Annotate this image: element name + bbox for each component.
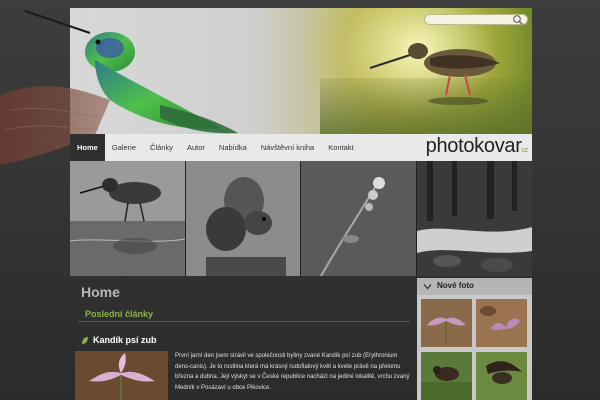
new-photo-thumb[interactable] [476, 352, 527, 400]
nav-item-nabidka[interactable]: Nabídka [212, 134, 254, 161]
header-banner [70, 8, 532, 134]
article-excerpt: První jarní den jsem strávil ve společno… [175, 353, 410, 391]
gallery-image-squirrel[interactable] [186, 161, 300, 276]
new-photo-header[interactable]: Nové foto [417, 278, 532, 295]
nav-item-home[interactable]: Home [70, 134, 105, 161]
nav-item-navstevni-kniha[interactable]: Návštěvní kniha [254, 134, 321, 161]
nav-item-autor[interactable]: Autor [180, 134, 212, 161]
search-icon[interactable] [512, 14, 524, 26]
leaf-icon [82, 337, 88, 344]
new-photo-title: Nové foto [437, 281, 474, 290]
new-photo-thumb[interactable] [421, 299, 472, 347]
logo-tld: cz [521, 147, 529, 154]
new-photo-thumb[interactable] [421, 352, 472, 400]
nav-item-kontakt[interactable]: Kontakt [321, 134, 360, 161]
new-photo-grid [417, 295, 532, 400]
site-logo[interactable]: photokovarcz [425, 135, 529, 158]
gallery-image-flower[interactable] [301, 161, 416, 276]
gallery-image-forest-stream[interactable] [417, 161, 532, 276]
nav-item-clanky[interactable]: Články [143, 134, 180, 161]
logo-text: photokovar [425, 135, 522, 157]
new-photo-thumb[interactable] [476, 299, 527, 347]
gallery-image-sandpiper[interactable] [70, 161, 185, 276]
chevron-down-icon [423, 284, 432, 290]
main-nav: Home Galerie Články Autor Nabídka Návště… [70, 134, 532, 161]
section-heading: Poslední články [85, 309, 154, 319]
nav-item-galerie[interactable]: Galerie [105, 134, 143, 161]
featured-gallery [70, 161, 532, 276]
sandpiper-image [370, 43, 500, 105]
page-title: Home [81, 284, 120, 300]
article-thumbnail[interactable] [75, 351, 168, 400]
article-title[interactable]: Kandík psí zub [93, 335, 157, 345]
section-divider [78, 321, 410, 322]
